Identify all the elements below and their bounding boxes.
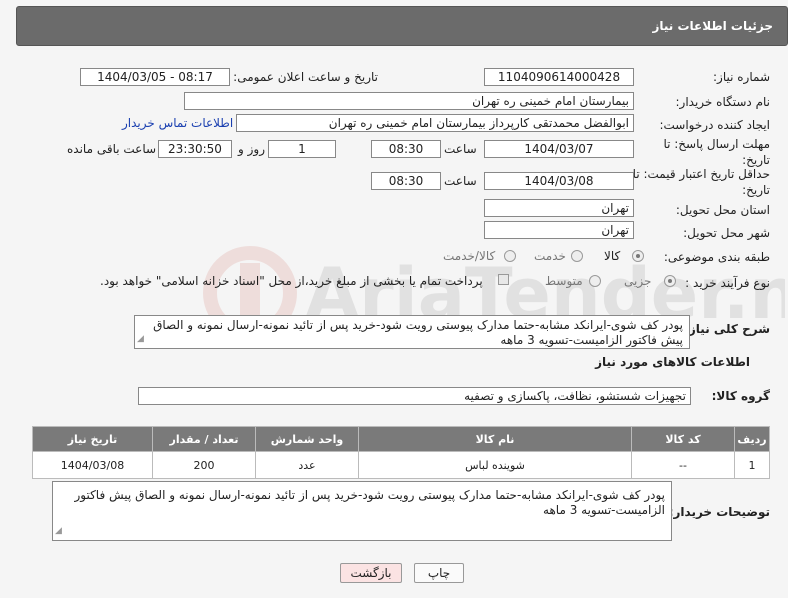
process-option-minor: جزیی [624, 274, 652, 288]
col-row: ردیف [734, 426, 770, 452]
cell-row: 1 [734, 451, 770, 479]
process-label: نوع فرآیند خرید : [685, 276, 770, 290]
province-label: استان محل تحویل: [675, 203, 770, 217]
days-field: 1 [268, 140, 336, 158]
province-field: تهران [484, 199, 634, 217]
goods-group-field: تجهیزات شستشو، نظافت، پاکسازی و تصفیه [138, 387, 691, 405]
category-option-goods: کالا [604, 249, 621, 263]
col-qty: تعداد / مقدار [152, 426, 256, 452]
price-validity-label: حداقل تاریخ اعتبار قیمت: تا تاریخ: [632, 167, 770, 197]
remaining-label: ساعت باقی مانده [67, 142, 157, 156]
category-radio-both[interactable] [504, 250, 516, 262]
cell-date: 1404/03/08 [32, 451, 153, 479]
category-label: طبقه بندی موضوعی: [663, 250, 770, 264]
summary-textarea[interactable]: پودر کف شوی-ایرانکد مشابه-حتما مدارک پیو… [134, 315, 690, 349]
contact-buyer-link[interactable]: اطلاعات تماس خریدار [122, 116, 233, 130]
category-radio-goods[interactable] [632, 250, 644, 262]
resize-grip-icon[interactable]: ◢ [55, 524, 62, 539]
resize-grip-icon[interactable]: ◢ [137, 332, 144, 347]
cell-code: -- [631, 451, 735, 479]
page-title: جزئیات اطلاعات نیاز [652, 19, 773, 33]
category-option-both: کالا/خدمت [443, 249, 496, 263]
creator-label: ایجاد کننده درخواست: [659, 118, 770, 132]
col-date: تاریخ نیاز [32, 426, 153, 452]
creator-field: ابوالفضل محمدتقی کارپرداز بیمارستان امام… [236, 114, 634, 132]
print-button[interactable]: چاپ [414, 563, 464, 583]
col-code: کد کالا [631, 426, 735, 452]
reply-time-field: 08:30 [371, 140, 441, 158]
treasury-checkbox[interactable] [498, 274, 509, 285]
reply-date-field: 1404/03/07 [484, 140, 634, 158]
process-option-medium: متوسط [545, 274, 583, 288]
cell-unit: عدد [255, 451, 359, 479]
summary-text: پودر کف شوی-ایرانکد مشابه-حتما مدارک پیو… [153, 318, 683, 347]
reply-time-label: ساعت [444, 142, 477, 156]
goods-section-title: اطلاعات کالاهای مورد نیاز [595, 355, 750, 369]
remaining-time-field: 23:30:50 [158, 140, 232, 158]
price-time-label: ساعت [444, 174, 477, 188]
need-number-label: شماره نیاز: [713, 70, 770, 84]
reply-deadline-label: مهلت ارسال پاسخ: تا تاریخ: [663, 137, 770, 167]
price-time-field: 08:30 [371, 172, 441, 190]
cell-qty: 200 [152, 451, 256, 479]
back-button[interactable]: بازگشت [340, 563, 402, 583]
buyer-notes-textarea[interactable]: پودر کف شوی-ایرانکد مشابه-حتما مدارک پیو… [52, 481, 672, 541]
cell-name: شوینده لباس [358, 451, 632, 479]
days-label: روز و [238, 142, 265, 156]
page-header: جزئیات اطلاعات نیاز [16, 6, 788, 46]
process-radio-medium[interactable] [589, 275, 601, 287]
goods-table-header: ردیف کد کالا نام کالا واحد شمارش تعداد /… [32, 426, 770, 452]
buyer-org-label: نام دستگاه خریدار: [675, 95, 771, 109]
buyer-notes-label: توضیحات خریدار: [668, 505, 770, 519]
col-unit: واحد شمارش [255, 426, 359, 452]
goods-table: ردیف کد کالا نام کالا واحد شمارش تعداد /… [32, 426, 770, 479]
payment-note: پرداخت تمام یا بخشی از مبلغ خرید،از محل … [100, 274, 483, 288]
category-radio-service[interactable] [571, 250, 583, 262]
summary-label: شرح کلی نیاز: [684, 322, 770, 336]
city-field: تهران [484, 221, 634, 239]
category-option-service: خدمت [534, 249, 566, 263]
col-name: نام کالا [358, 426, 632, 452]
need-number-field: 1104090614000428 [484, 68, 634, 86]
process-radio-minor[interactable] [664, 275, 676, 287]
city-label: شهر محل تحویل: [683, 226, 770, 240]
buyer-notes-text: پودر کف شوی-ایرانکد مشابه-حتما مدارک پیو… [74, 488, 665, 517]
goods-group-label: گروه کالا: [711, 389, 770, 403]
announce-label: تاریخ و ساعت اعلان عمومی: [233, 70, 378, 84]
announce-field: 1404/03/05 - 08:17 [80, 68, 230, 86]
buyer-org-field: بیمارستان امام خمینی ره تهران [184, 92, 634, 110]
price-date-field: 1404/03/08 [484, 172, 634, 190]
table-row: 1 -- شوینده لباس عدد 200 1404/03/08 [32, 451, 770, 479]
